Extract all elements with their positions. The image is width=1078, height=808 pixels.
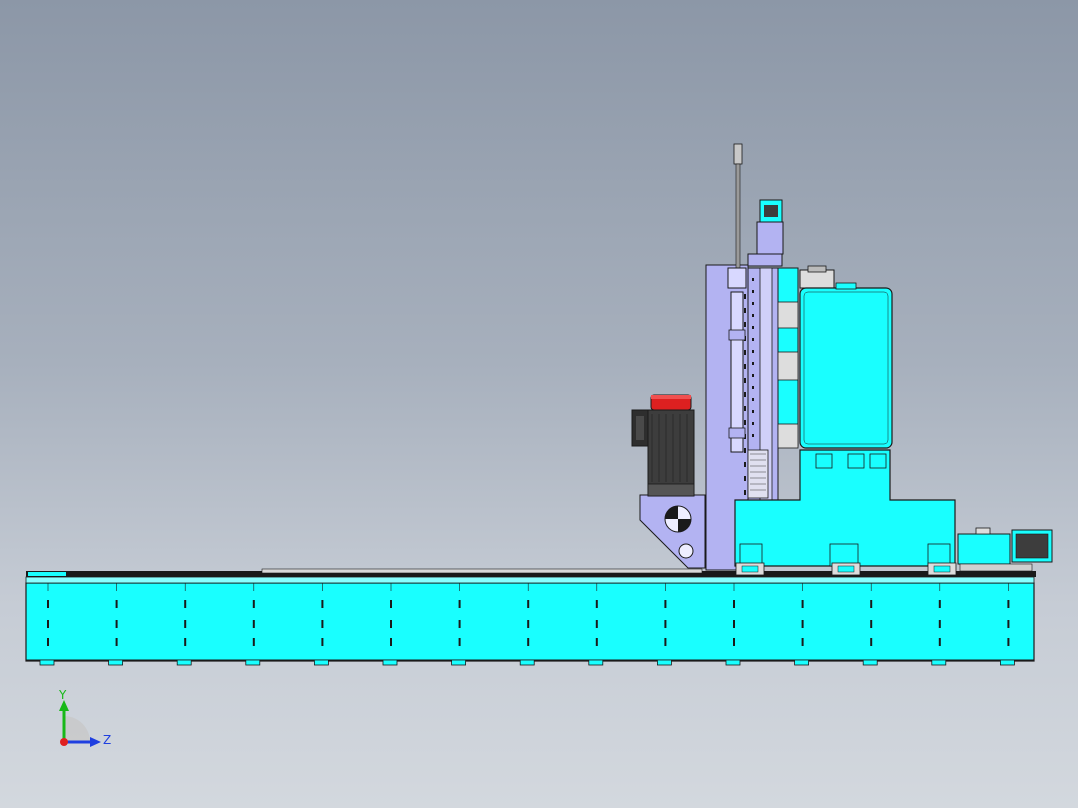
machine-bed[interactable] [25,568,1036,666]
bed-feet [39,659,1015,666]
servo-motor[interactable] [957,527,1053,572]
spindle-head[interactable] [799,282,893,449]
air-cylinder[interactable] [727,143,747,453]
coordinate-triad-icon: Y Z [58,688,111,747]
axis-y-label: Y [58,688,67,702]
main-motor[interactable] [631,394,695,497]
motor-bracket[interactable] [639,494,706,569]
cad-viewport[interactable]: Y Z [0,0,1078,808]
top-servo-motor[interactable] [747,199,784,267]
axis-z-label: Z [103,733,111,747]
model-canvas[interactable]: Y Z [0,0,1078,808]
